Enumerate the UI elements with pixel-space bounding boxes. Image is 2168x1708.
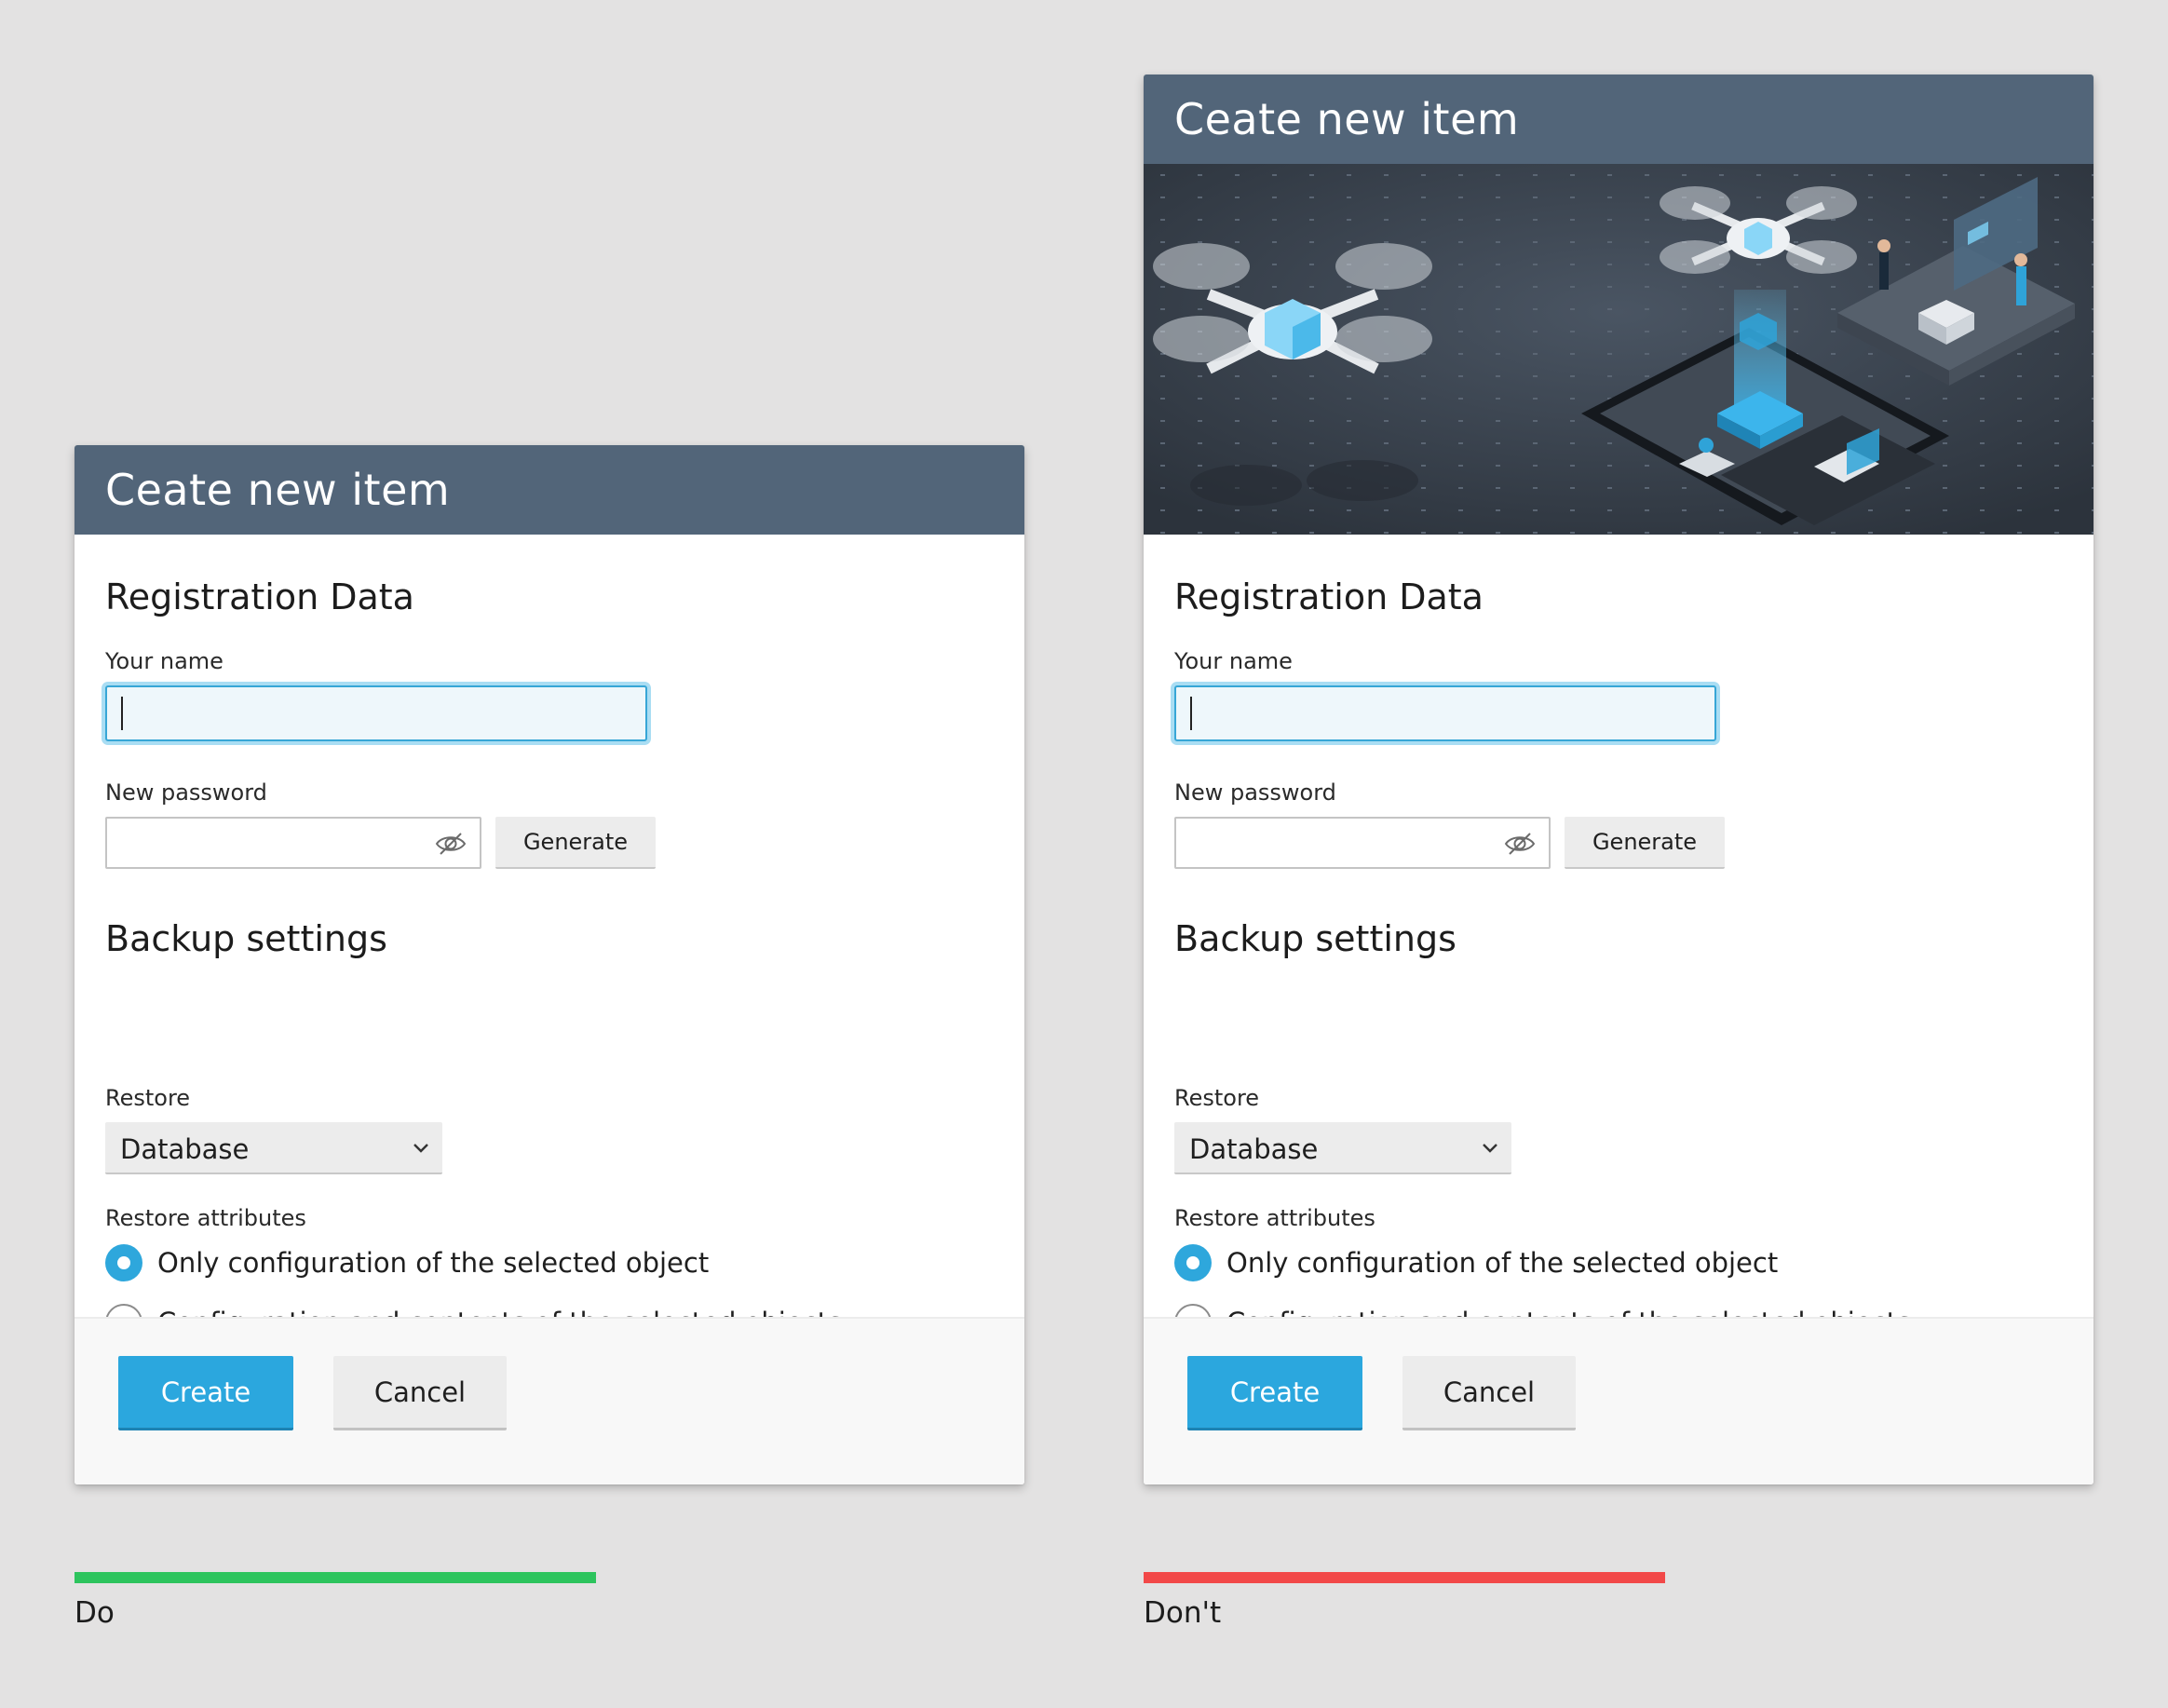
eye-slash-icon[interactable] <box>1504 831 1536 857</box>
dialog-footer: Create Cancel <box>1144 1317 2093 1484</box>
drones-isometric-illustration <box>1144 164 2093 535</box>
cancel-button[interactable]: Cancel <box>1402 1356 1576 1430</box>
generate-button[interactable]: Generate <box>495 817 656 869</box>
dialog-body: Registration Data Your name New password… <box>75 535 1024 1391</box>
dialog-do-example: Ceate new item Registration Data Your na… <box>75 445 1024 1484</box>
do-indicator-bar <box>75 1572 596 1583</box>
dialog-body: Registration Data Your name New password… <box>1144 535 2093 1391</box>
restore-select-value: Database <box>1189 1133 1319 1165</box>
restore-attributes-label: Restore attributes <box>105 1205 306 1231</box>
dialog-header: Ceate new item <box>1144 75 2093 164</box>
radio-button-checked[interactable] <box>1174 1244 1212 1281</box>
restore-label: Restore <box>1174 1085 1260 1111</box>
text-caret <box>1190 697 1192 730</box>
cancel-button[interactable]: Cancel <box>333 1356 507 1430</box>
restore-select[interactable]: Database <box>105 1122 442 1174</box>
chevron-down-icon <box>413 1144 428 1153</box>
dialog-footer: Create Cancel <box>75 1317 1024 1484</box>
name-label: Your name <box>1174 648 1293 674</box>
dialog-header: Ceate new item <box>75 445 1024 535</box>
do-label: Do <box>75 1596 115 1630</box>
name-input[interactable] <box>1174 685 1716 741</box>
radio-label: Only configuration of the selected objec… <box>157 1247 710 1279</box>
text-caret <box>121 697 123 730</box>
chevron-down-icon <box>1483 1144 1497 1153</box>
name-label: Your name <box>105 648 224 674</box>
dialog-title: Ceate new item <box>1174 94 1520 144</box>
radio-button-checked[interactable] <box>105 1244 142 1281</box>
dont-label: Don't <box>1144 1596 1222 1630</box>
restore-select-value: Database <box>120 1133 250 1165</box>
eye-slash-icon[interactable] <box>435 831 467 857</box>
dialog-title: Ceate new item <box>105 465 451 515</box>
section-title-registration: Registration Data <box>1174 576 1484 617</box>
password-input[interactable] <box>1174 817 1551 869</box>
dialog-dont-example: Ceate new item Registration Data Your na… <box>1144 75 2093 1484</box>
dont-indicator-bar <box>1144 1572 1665 1583</box>
password-label: New password <box>105 779 267 806</box>
restore-label: Restore <box>105 1085 191 1111</box>
section-title-backup: Backup settings <box>105 918 387 959</box>
generate-button[interactable]: Generate <box>1565 817 1725 869</box>
restore-select[interactable]: Database <box>1174 1122 1511 1174</box>
password-label: New password <box>1174 779 1336 806</box>
restore-attributes-label: Restore attributes <box>1174 1205 1375 1231</box>
section-title-registration: Registration Data <box>105 576 414 617</box>
name-input[interactable] <box>105 685 647 741</box>
password-input[interactable] <box>105 817 481 869</box>
section-title-backup: Backup settings <box>1174 918 1457 959</box>
hero-illustration <box>1144 164 2093 535</box>
radio-label: Only configuration of the selected objec… <box>1226 1247 1779 1279</box>
create-button[interactable]: Create <box>118 1356 293 1430</box>
create-button[interactable]: Create <box>1187 1356 1362 1430</box>
